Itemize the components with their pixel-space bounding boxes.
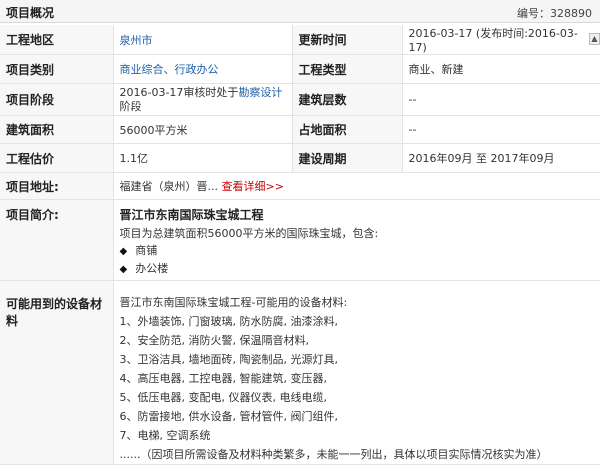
value-floors: --	[402, 83, 600, 116]
table-row: 工程估价 1.1亿 建设周期 2016年09月 至 2017年09月	[0, 143, 600, 173]
list-item: 6、防雷接地, 供水设备, 管材管件, 阀门组件,	[119, 410, 338, 423]
intro-description: 项目为总建筑面积56000平方米的国际珠宝城，包含:	[119, 227, 379, 240]
value-project-type: 商业、新建	[402, 54, 600, 84]
list-item: 2、安全防范, 消防火警, 保温隔音材料,	[119, 334, 309, 347]
diamond-bullet-icon: ◆	[119, 264, 128, 275]
label-stage: 项目阶段	[0, 83, 114, 116]
stage-link[interactable]: 勘察设计	[238, 86, 282, 99]
section-header: 项目概况 编号：328890	[0, 0, 600, 23]
label-category: 项目类别	[0, 54, 114, 84]
table-row: 可能用到的设备材料 晋江市东南国际珠宝城工程-可能用的设备材料: 1、外墙装饰,…	[0, 280, 600, 465]
value-building-area: 56000平方米	[113, 115, 293, 144]
value-land-area: --	[402, 115, 600, 144]
table-row: 工程地区 泉州市 更新时间 2016-03-17 (发布时间:2016-03-1…	[0, 25, 600, 55]
label-intro: 项目简介:	[0, 199, 114, 281]
table-row: 项目简介: 晋江市东南国际珠宝城工程 项目为总建筑面积56000平方米的国际珠宝…	[0, 199, 600, 281]
table-row: 建筑面积 56000平方米 占地面积 --	[0, 115, 600, 144]
label-floors: 建筑层数	[292, 83, 403, 116]
region-link[interactable]: 泉州市	[120, 34, 153, 47]
value-period: 2016年09月 至 2017年09月	[402, 143, 600, 173]
label-update-time: 更新时间	[292, 25, 403, 55]
value-category: 商业综合、行政办公	[113, 54, 293, 84]
list-item: 7、电梯, 空调系统	[119, 429, 211, 442]
diamond-bullet-icon: ◆	[119, 246, 128, 257]
list-item: 4、高压电器, 工控电器, 智能建筑, 变压器,	[119, 372, 327, 385]
label-period: 建设周期	[292, 143, 403, 173]
section-title: 项目概况	[6, 6, 55, 20]
value-estimate: 1.1亿	[113, 143, 293, 173]
label-building-area: 建筑面积	[0, 115, 114, 144]
table-row: 项目地址: 福建省（泉州）晋... 查看详细>>	[0, 172, 600, 200]
view-details-link[interactable]: 查看详细>>	[222, 180, 284, 193]
value-update-time: 2016-03-17 (发布时间:2016-03-17)	[402, 25, 600, 55]
table-row: 项目阶段 2016-03-17审核时处于勘察设计 阶段 建筑层数 --	[0, 83, 600, 116]
list-item: 5、低压电器, 变配电, 仪器仪表, 电线电缆,	[119, 391, 327, 404]
label-land-area: 占地面积	[292, 115, 403, 144]
label-project-type: 工程类型	[292, 54, 403, 84]
project-code: 编号：328890	[517, 7, 592, 20]
equipment-heading: 晋江市东南国际珠宝城工程-可能用的设备材料:	[119, 296, 348, 309]
project-info-table: 工程地区 泉州市 更新时间 2016-03-17 (发布时间:2016-03-1…	[0, 25, 600, 465]
value-region: 泉州市	[113, 25, 293, 55]
value-equipment: 晋江市东南国际珠宝城工程-可能用的设备材料: 1、外墙装饰, 门窗玻璃, 防水防…	[113, 280, 600, 465]
list-item: ◆ 办公楼	[119, 262, 169, 275]
list-item: 1、外墙装饰, 门窗玻璃, 防水防腐, 油漆涂料,	[119, 315, 338, 328]
label-region: 工程地区	[0, 25, 114, 55]
value-address: 福建省（泉州）晋... 查看详细>>	[113, 172, 600, 200]
label-address: 项目地址:	[0, 172, 114, 200]
value-stage: 2016-03-17审核时处于勘察设计 阶段	[113, 83, 293, 116]
list-item: ◆ 商铺	[119, 244, 158, 257]
label-equipment: 可能用到的设备材料	[0, 280, 114, 465]
value-intro: 晋江市东南国际珠宝城工程 项目为总建筑面积56000平方米的国际珠宝城，包含: …	[113, 199, 600, 281]
category-link[interactable]: 商业综合、行政办公	[120, 63, 219, 76]
intro-title: 晋江市东南国际珠宝城工程	[119, 208, 264, 222]
list-item: 3、卫浴洁具, 墙地面砖, 陶瓷制品, 光源灯具,	[119, 353, 338, 366]
label-estimate: 工程估价	[0, 143, 114, 173]
table-row: 项目类别 商业综合、行政办公 工程类型 商业、新建	[0, 54, 600, 84]
